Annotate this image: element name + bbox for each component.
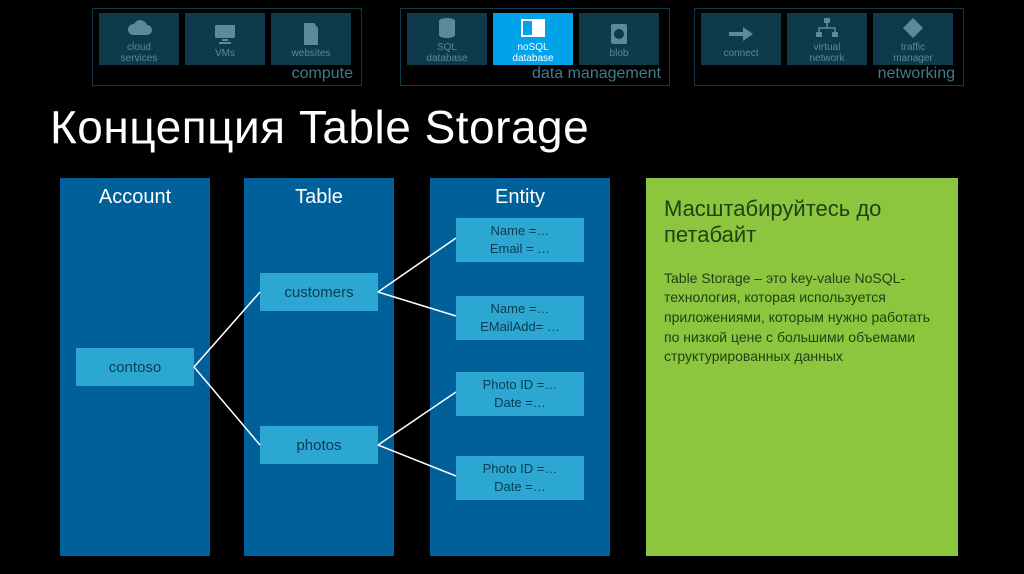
tile-cloud-services[interactable]: cloud services	[99, 13, 179, 65]
nav-group-compute: cloud services VMs websites compute	[92, 8, 362, 86]
column-table: Table customers photos	[244, 178, 394, 556]
entity-line: Email = …	[456, 240, 584, 258]
document-icon	[302, 22, 320, 46]
page-title: Концепция Table Storage	[50, 100, 589, 154]
entity-box-1: Name =… Email = …	[456, 218, 584, 262]
entity-line: Date =…	[456, 394, 584, 412]
top-nav: cloud services VMs websites compute SQL …	[0, 8, 1024, 88]
cloud-icon	[125, 16, 153, 40]
tile-label: SQL database	[426, 42, 467, 64]
tile-label: virtual network	[809, 42, 844, 64]
monitor-icon	[214, 22, 236, 46]
tile-connect[interactable]: connect	[701, 13, 781, 65]
entity-line: Name =…	[456, 300, 584, 318]
tile-websites[interactable]: websites	[271, 13, 351, 65]
network-icon	[815, 16, 839, 40]
column-account: Account contoso	[60, 178, 210, 556]
entity-line: Photo ID =…	[456, 376, 584, 394]
column-header-table: Table	[244, 178, 394, 223]
tile-traffic-manager[interactable]: traffic manager	[873, 13, 953, 65]
db-icon	[438, 16, 456, 40]
tile-vms[interactable]: VMs	[185, 13, 265, 65]
tile-nosql-database[interactable]: noSQL database	[493, 13, 573, 65]
entity-line: Date =…	[456, 478, 584, 496]
tile-blob[interactable]: blob	[579, 13, 659, 65]
tile-label: traffic manager	[893, 42, 932, 64]
column-header-entity: Entity	[430, 178, 610, 223]
node-account: contoso	[76, 348, 194, 386]
entity-line: EMailAdd= …	[456, 318, 584, 336]
entity-box-2: Name =… EMailAdd= …	[456, 296, 584, 340]
table-icon	[521, 16, 545, 40]
tile-label: blob	[610, 48, 629, 59]
group-label-compute: compute	[292, 65, 353, 83]
entity-box-3: Photo ID =… Date =…	[456, 372, 584, 416]
arrow-icon	[729, 22, 753, 46]
entity-line: Photo ID =…	[456, 460, 584, 478]
tile-virtual-network[interactable]: virtual network	[787, 13, 867, 65]
column-entity: Entity Name =… Email = … Name =… EMailAd…	[430, 178, 610, 556]
node-table-customers: customers	[260, 273, 378, 311]
disk-icon	[609, 22, 629, 46]
tile-label: websites	[292, 48, 331, 59]
nav-group-data: SQL database noSQL database blob data ma…	[400, 8, 670, 86]
tile-sql-database[interactable]: SQL database	[407, 13, 487, 65]
group-label-networking: networking	[878, 65, 955, 83]
tile-label: connect	[723, 48, 758, 59]
info-title: Масштабируйтесь до петабайт	[646, 178, 958, 255]
tile-label: VMs	[215, 48, 235, 59]
group-label-data: data management	[532, 65, 661, 83]
column-header-account: Account	[60, 178, 210, 223]
tile-label: noSQL database	[512, 42, 553, 64]
tile-label: cloud services	[121, 42, 158, 64]
entity-box-4: Photo ID =… Date =…	[456, 456, 584, 500]
info-panel: Масштабируйтесь до петабайт Table Storag…	[646, 178, 958, 556]
nav-group-networking: connect virtual network traffic manager …	[694, 8, 964, 86]
entity-line: Name =…	[456, 222, 584, 240]
info-body: Table Storage – это key-value NoSQL-техн…	[646, 255, 958, 367]
node-table-photos: photos	[260, 426, 378, 464]
diamond-icon	[902, 16, 924, 40]
